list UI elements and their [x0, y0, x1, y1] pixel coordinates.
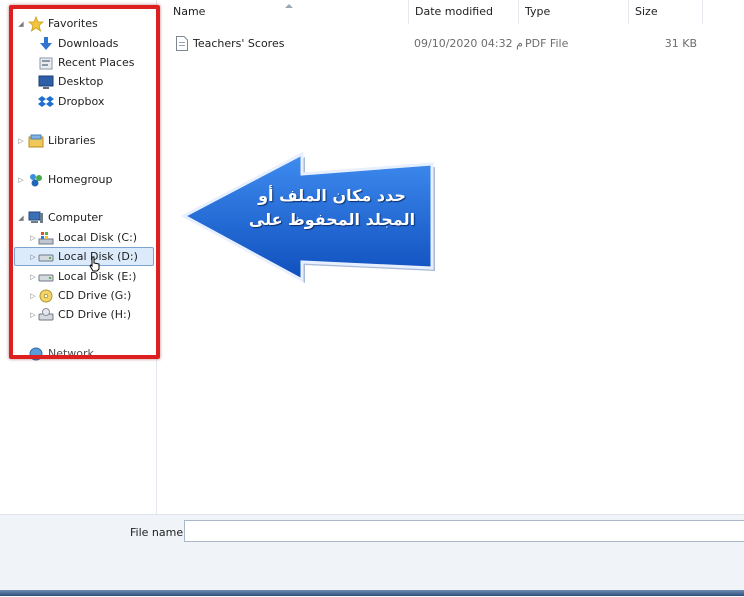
nav-label: Favorites: [48, 17, 98, 30]
sort-ascending-icon: [285, 4, 293, 8]
expand-arrow-icon[interactable]: ▷: [17, 176, 25, 184]
nav-label: Network: [48, 347, 94, 360]
nav-label: Libraries: [48, 134, 96, 147]
file-type: PDF File: [525, 37, 569, 50]
collapse-arrow-icon[interactable]: ◢: [17, 214, 25, 222]
nav-favorites[interactable]: Favorites: [27, 14, 98, 33]
file-size: 31 KB: [664, 37, 697, 50]
download-arrow-icon: [38, 36, 54, 52]
dropbox-icon: [38, 94, 54, 110]
nav-label: CD Drive (G:): [58, 289, 132, 302]
nav-computer[interactable]: Computer: [28, 208, 103, 227]
navigation-pane[interactable]: ◢ Favorites Downloads Recent Places Desk…: [0, 0, 157, 514]
nav-label: Local Disk (C:): [58, 231, 138, 244]
expand-arrow-icon[interactable]: ▷: [29, 234, 37, 242]
nav-drive-c[interactable]: Local Disk (C:): [38, 228, 137, 247]
column-date-modified[interactable]: Date modified: [409, 0, 519, 24]
nav-network[interactable]: Network: [28, 344, 94, 363]
expand-arrow-icon[interactable]: ▷: [29, 273, 37, 281]
nav-label: Desktop: [58, 75, 104, 88]
system-drive-icon: [38, 230, 54, 246]
file-date: 09/10/2020 04:32 م: [414, 37, 523, 50]
taskbar: [0, 590, 744, 596]
nav-desktop[interactable]: Desktop: [38, 72, 103, 91]
computer-icon: [28, 210, 44, 226]
hand-cursor-icon: [89, 256, 101, 272]
column-label: Name: [173, 5, 206, 18]
column-type[interactable]: Type: [519, 0, 629, 24]
nav-label: Computer: [48, 211, 103, 224]
nav-homegroup[interactable]: Homegroup: [28, 170, 112, 189]
nav-label: CD Drive (H:): [58, 308, 132, 321]
nav-label: Dropbox: [58, 95, 105, 108]
nav-label: Homegroup: [48, 173, 113, 186]
column-label: Type: [525, 5, 551, 18]
expand-arrow-icon[interactable]: ▷: [29, 311, 37, 319]
collapse-arrow-icon[interactable]: ◢: [17, 20, 25, 28]
recent-places-icon: [38, 55, 54, 71]
file-name: Teachers' Scores: [193, 37, 285, 50]
expand-arrow-icon[interactable]: ▷: [29, 292, 37, 300]
callout-text: حدد مكان الملف أو المجلد المحفوظ على: [236, 184, 428, 232]
file-name-input[interactable]: [184, 520, 744, 542]
star-icon: [27, 15, 45, 32]
nav-drive-h[interactable]: CD Drive (H:): [38, 305, 131, 324]
libraries-icon: [28, 133, 44, 149]
nav-libraries[interactable]: Libraries: [28, 131, 96, 150]
expand-arrow-icon[interactable]: ▷: [17, 137, 25, 145]
nav-label: Recent Places: [58, 56, 135, 69]
callout-line: حدد مكان الملف أو: [258, 186, 406, 205]
nav-dropbox[interactable]: Dropbox: [38, 92, 104, 111]
column-label: Size: [635, 5, 658, 18]
cd-drive-icon: [38, 288, 54, 304]
column-size[interactable]: Size: [629, 0, 703, 24]
column-label: Date modified: [415, 5, 493, 18]
hard-drive-icon: [38, 269, 54, 285]
cd-drive-icon: [38, 307, 54, 323]
nav-drive-e[interactable]: Local Disk (E:): [38, 267, 136, 286]
nav-drive-g[interactable]: CD Drive (G:): [38, 286, 131, 305]
nav-label: Downloads: [58, 37, 119, 50]
file-row[interactable]: Teachers' Scores 09/10/2020 04:32 م PDF …: [157, 34, 744, 54]
callout-line: المجلد المحفوظ على: [248, 210, 416, 229]
pdf-file-icon: [176, 36, 188, 51]
homegroup-icon: [28, 172, 44, 188]
network-icon: [28, 346, 44, 362]
nav-drive-d[interactable]: Local Disk (D:): [38, 247, 138, 266]
hard-drive-icon: [38, 249, 54, 265]
nav-recent-places[interactable]: Recent Places: [38, 53, 135, 72]
nav-downloads[interactable]: Downloads: [38, 34, 118, 53]
expand-arrow-icon[interactable]: ▷: [29, 253, 37, 261]
desktop-icon: [38, 74, 54, 90]
file-name-label: File name:: [130, 526, 187, 539]
